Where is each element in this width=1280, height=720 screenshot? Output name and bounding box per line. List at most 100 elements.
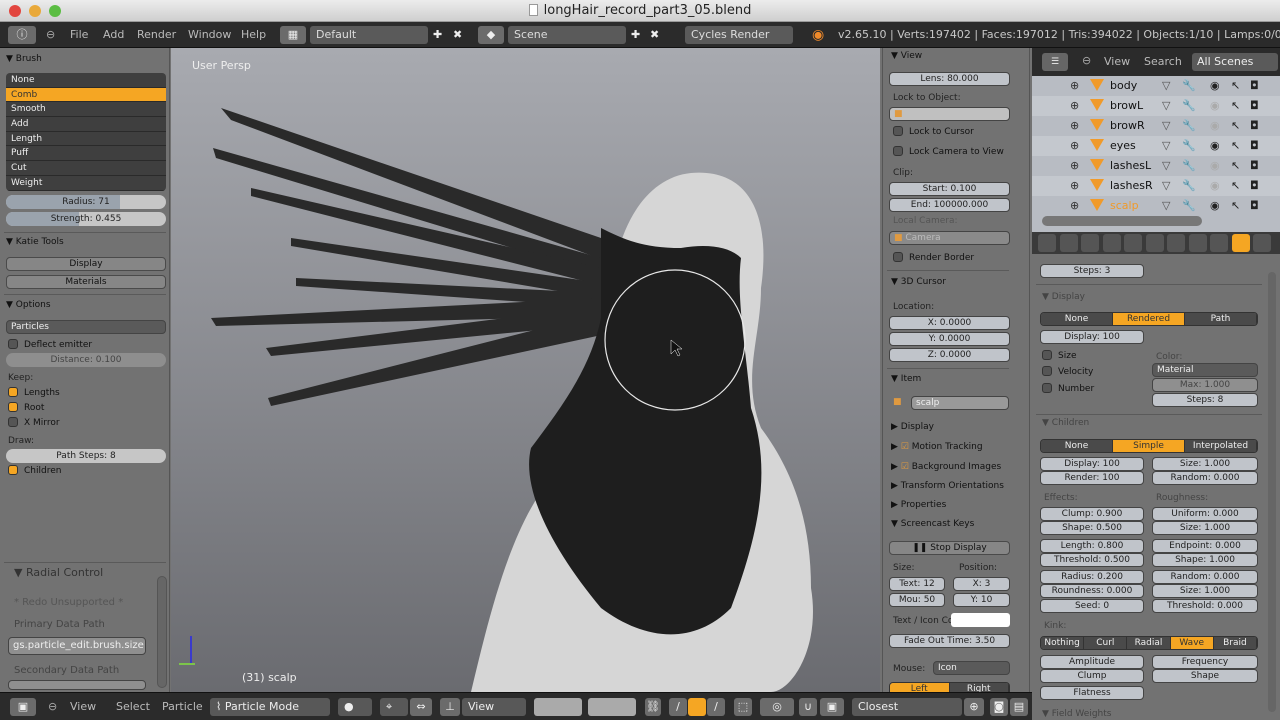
menu-add[interactable]: Add: [103, 26, 124, 44]
secondary-data-path-input[interactable]: [8, 680, 146, 690]
tab-modifiers-icon[interactable]: [1145, 234, 1164, 252]
options-panel-header[interactable]: ▼ Options: [6, 300, 51, 310]
render-engine-select[interactable]: Cycles Render: [685, 26, 793, 44]
selectability-cursor-icon[interactable]: ↖: [1231, 196, 1240, 216]
render-border-checkbox[interactable]: Render Border: [893, 252, 974, 264]
screencast-keys-header[interactable]: ▼ Screencast Keys: [891, 519, 974, 529]
child-display-field[interactable]: Display: 100: [1040, 457, 1144, 471]
tab-data-icon[interactable]: [1167, 234, 1185, 252]
amplitude-field[interactable]: Amplitude: [1040, 655, 1144, 669]
path-select-mode-icon[interactable]: /: [669, 698, 687, 716]
background-images-header[interactable]: ▶ ☑ Background Images: [891, 462, 1001, 472]
shape-field[interactable]: Shape: 0.500: [1040, 521, 1144, 535]
snap-element-select[interactable]: ▣: [820, 698, 844, 716]
menu-file[interactable]: File: [70, 26, 88, 44]
rough-size-field[interactable]: Size: 1.000: [1152, 521, 1258, 535]
add-scene-button[interactable]: ✚: [631, 26, 640, 44]
screen-layout-field[interactable]: Default: [310, 26, 428, 44]
outliner-item-name[interactable]: eyes: [1110, 136, 1136, 156]
max-field[interactable]: Max: 1.000: [1152, 378, 1258, 392]
maximize-window-button[interactable]: [49, 5, 61, 17]
proportional-edit-select[interactable]: ◎: [760, 698, 794, 716]
delete-screen-button[interactable]: ✖: [453, 26, 462, 44]
clip-end-field[interactable]: End: 100000.000: [889, 198, 1010, 212]
clump-field[interactable]: Clump: 0.900: [1040, 507, 1144, 521]
expand-icon[interactable]: ⊕: [1070, 96, 1079, 116]
color-steps-field[interactable]: Steps: 8: [1152, 393, 1258, 407]
selectability-cursor-icon[interactable]: ↖: [1231, 76, 1240, 96]
threshold-field[interactable]: Threshold: 0.500: [1040, 553, 1144, 567]
outliner-item[interactable]: ⊕ body ▽ 🔧 ◉ ↖ ◘: [1032, 76, 1280, 96]
view-panel-header[interactable]: ▼ View: [891, 51, 922, 61]
pivot-point-select[interactable]: ⌖: [380, 698, 408, 716]
collapse-menu-icon[interactable]: ⊖: [48, 698, 57, 716]
menu-window[interactable]: Window: [188, 26, 231, 44]
rough-threshold-field[interactable]: Threshold: 0.000: [1152, 599, 1258, 613]
outliner-scope-select[interactable]: All Scenes: [1192, 53, 1278, 71]
3d-cursor-header[interactable]: ▼ 3D Cursor: [891, 277, 946, 287]
position-x-field[interactable]: X: 3: [953, 577, 1010, 591]
radius-field[interactable]: Radius: 0.200: [1040, 570, 1144, 584]
velocity-checkbox[interactable]: Velocity: [1042, 366, 1093, 378]
end-shape-field[interactable]: Shape: 1.000: [1152, 553, 1258, 567]
menu-select[interactable]: Select: [116, 698, 150, 716]
display-mode-none[interactable]: None: [1041, 313, 1113, 325]
outliner-item-name[interactable]: browR: [1110, 116, 1145, 136]
visibility-eye-icon[interactable]: ◉: [1210, 156, 1220, 176]
selectability-cursor-icon[interactable]: ↖: [1231, 96, 1240, 116]
scene-icon[interactable]: ◆: [478, 26, 504, 44]
expand-icon[interactable]: ⊕: [1070, 156, 1079, 176]
outliner-item[interactable]: ⊕ browR ▽ 🔧 ◉ ↖ ◘: [1032, 116, 1280, 136]
transform-orientations-header[interactable]: ▶ Transform Orientations: [891, 481, 1004, 491]
snap-rotate-icon[interactable]: ⊕: [964, 698, 984, 716]
keep-lengths-checkbox[interactable]: Lengths: [8, 387, 60, 399]
snap-target-select[interactable]: Closest: [852, 698, 962, 716]
tab-physics-icon[interactable]: [1253, 234, 1271, 252]
brush-weight[interactable]: Weight: [6, 176, 166, 191]
3d-viewport[interactable]: User Persp (31) scalp: [171, 48, 880, 692]
item-panel-header[interactable]: ▼ Item: [891, 374, 921, 384]
outliner-item[interactable]: ⊕ lashesR ▽ 🔧 ◉ ↖ ◘: [1032, 176, 1280, 196]
tab-material-icon[interactable]: [1188, 234, 1207, 252]
snap-magnet-icon[interactable]: ∪: [799, 698, 817, 716]
radial-control-header[interactable]: ▼ Radial Control: [14, 566, 103, 579]
outliner-item-name[interactable]: browL: [1110, 96, 1143, 116]
path-steps-field[interactable]: Path Steps: 8: [6, 449, 166, 463]
menu-help[interactable]: Help: [241, 26, 266, 44]
item-name-input[interactable]: scalp: [911, 396, 1009, 410]
expand-icon[interactable]: ⊕: [1070, 76, 1079, 96]
outliner-item[interactable]: ⊕ scalp ▽ 🔧 ◉ ↖ ◘: [1032, 196, 1280, 216]
menu-particle[interactable]: Particle: [162, 698, 203, 716]
expand-icon[interactable]: ⊕: [1070, 136, 1079, 156]
visibility-eye-icon[interactable]: ◉: [1210, 136, 1220, 156]
display-panel-header[interactable]: ▶ Display: [891, 422, 934, 432]
selectability-cursor-icon[interactable]: ↖: [1231, 136, 1240, 156]
mouse-size-field[interactable]: Mou: 50: [889, 593, 945, 607]
rough-random-field[interactable]: Random: 0.000: [1152, 570, 1258, 584]
display-mode-path[interactable]: Path: [1185, 313, 1257, 325]
strength-slider[interactable]: Strength: 0.455: [6, 212, 166, 226]
position-y-field[interactable]: Y: 10: [953, 593, 1010, 607]
child-render-field[interactable]: Render: 100: [1040, 471, 1144, 485]
brush-puff[interactable]: Puff: [6, 146, 166, 162]
uniform-field[interactable]: Uniform: 0.000: [1152, 507, 1258, 521]
menu-view[interactable]: View: [70, 698, 96, 716]
lens-field[interactable]: Lens: 80.000: [889, 72, 1010, 86]
children-mode-simple[interactable]: Simple: [1113, 440, 1185, 452]
children-checkbox[interactable]: Children: [8, 465, 61, 477]
brush-panel-header[interactable]: ▼ Brush: [6, 54, 42, 64]
flatness-field[interactable]: Flatness: [1040, 686, 1144, 700]
minimize-window-button[interactable]: [29, 5, 41, 17]
particle-mode-select[interactable]: Particles: [6, 320, 166, 334]
transform-orientation-select[interactable]: View: [462, 698, 526, 716]
manipulator-icon[interactable]: ⇔: [410, 698, 432, 716]
radius-slider[interactable]: Radius: 71: [6, 195, 166, 209]
fade-out-time-field[interactable]: Fade Out Time: 3.50: [889, 634, 1010, 648]
stop-display-button[interactable]: ❚❚ Stop Display: [889, 541, 1010, 555]
visibility-eye-icon[interactable]: ◉: [1210, 96, 1220, 116]
display-panel-header[interactable]: ▼ Display: [1042, 292, 1085, 302]
motion-tracking-header[interactable]: ▶ ☑ Motion Tracking: [891, 442, 983, 452]
properties-header[interactable]: ▶ Properties: [891, 500, 946, 510]
kink-mode-wave[interactable]: Wave: [1170, 637, 1214, 649]
outliner-item[interactable]: ⊕ eyes ▽ 🔧 ◉ ↖ ◘: [1032, 136, 1280, 156]
